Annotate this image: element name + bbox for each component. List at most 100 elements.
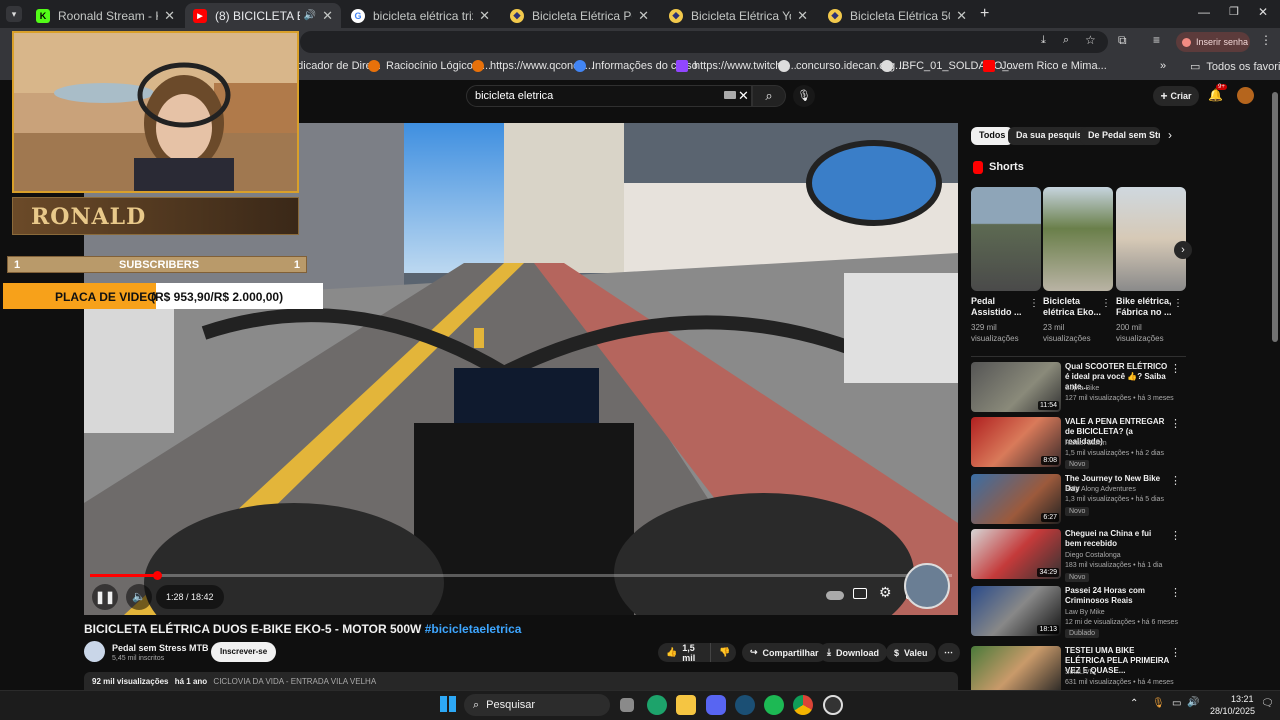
list-item[interactable]: 34:29 Cheguei na China e fui bem recebid… [971, 529, 1181, 582]
more-icon[interactable]: ⋮ [1170, 586, 1181, 599]
obs-icon[interactable] [823, 695, 843, 715]
browser-menu-icon[interactable]: ⋮ [1260, 33, 1272, 47]
clear-search-icon[interactable]: ✕ [738, 88, 749, 104]
captions-icon[interactable] [853, 588, 867, 599]
description-box[interactable]: 92 mil visualizações há 1 ano CICLOVIA D… [84, 672, 958, 690]
close-window-button[interactable]: ✕ [1258, 5, 1268, 19]
close-tab-icon[interactable]: ✕ [797, 8, 808, 24]
share-button[interactable]: ↪ Compartilhar [742, 643, 827, 662]
short-title[interactable]: Bike elétrica, Fábrica no ... [1116, 296, 1176, 318]
maximize-button[interactable]: ❐ [1229, 5, 1239, 18]
volume-button[interactable]: 🔈 [126, 584, 152, 610]
zoom-icon[interactable]: ⌕ [1063, 34, 1069, 47]
voice-search-button[interactable]: 🎙 [793, 85, 815, 107]
list-item[interactable]: TESTEI UMA BIKE ELÉTRICA PELA PRIMEIRA V… [971, 646, 1181, 690]
channel-name[interactable]: Pedal sem Stress MTB [112, 643, 209, 653]
dislike-button[interactable]: 👎 [710, 643, 736, 662]
short-thumbnail[interactable] [1043, 187, 1113, 291]
short-title[interactable]: Bicicleta elétrica Eko... [1043, 296, 1103, 318]
channel-watermark[interactable] [904, 563, 950, 609]
microphone-tray-icon[interactable]: 🎙 [1152, 698, 1165, 709]
close-tab-icon[interactable]: ✕ [638, 8, 649, 24]
all-favorites[interactable]: ▭ Todos os favoritos [1190, 60, 1280, 74]
close-tab-icon[interactable]: ✕ [479, 8, 490, 24]
spotify-icon[interactable] [764, 695, 784, 715]
bookmark-item[interactable]: Jovem Rico e Mima... [983, 60, 1107, 72]
file-explorer-icon[interactable] [676, 695, 696, 715]
like-button[interactable]: 👍 1,5 mil [658, 643, 710, 663]
pause-button[interactable]: ❚❚ [92, 584, 118, 610]
notifications-button[interactable]: 🔔 9+ [1208, 84, 1227, 102]
tray-chevron-icon[interactable]: ⌃ [1130, 698, 1138, 709]
network-icon[interactable]: ▭ [1172, 698, 1181, 709]
more-bookmarks-icon[interactable]: » [1160, 60, 1166, 72]
short-thumbnail[interactable] [971, 187, 1041, 291]
autoplay-toggle[interactable] [826, 591, 844, 600]
minimize-button[interactable]: — [1198, 5, 1210, 19]
task-view-icon[interactable] [620, 698, 634, 712]
notification-center-icon[interactable]: 🗨 [1261, 698, 1274, 709]
search-button[interactable]: ⌕ [752, 85, 786, 107]
settings-gear-icon[interactable]: ⚙ [879, 584, 892, 601]
more-icon[interactable]: ⋮ [1170, 362, 1181, 375]
search-input[interactable]: bicicleta eletrica [466, 85, 752, 107]
chip-from-channel[interactable]: De Pedal sem Stress [1080, 127, 1160, 145]
clock-date[interactable]: 28/10/2025 [1210, 706, 1255, 716]
progress-track[interactable] [90, 571, 952, 580]
install-app-icon[interactable]: ⤓ [1041, 34, 1046, 47]
tab-mercadolivre-3[interactable]: ◆ Bicicleta Elétrica 500w 48v Mini ✕ [820, 3, 975, 28]
volume-tray-icon[interactable]: 🔊 [1187, 697, 1199, 708]
thanks-button[interactable]: $ Valeu [886, 643, 936, 662]
chips-next-icon[interactable]: › [1168, 128, 1172, 142]
close-tab-icon[interactable]: ✕ [322, 8, 333, 24]
edge-icon[interactable] [647, 695, 667, 715]
create-button[interactable]: + Criar [1153, 86, 1199, 106]
hashtag-link[interactable]: #bicicletaeletrica [425, 622, 522, 636]
chip-all[interactable]: Todos [971, 127, 1014, 145]
tab-mercadolivre-2[interactable]: ◆ Bicicleta Elétrica Yoo Mobility V ✕ [661, 3, 816, 28]
list-item[interactable]: 18:13 Passei 24 Horas com Criminosos Rea… [971, 586, 1181, 638]
scrollbar[interactable] [1270, 80, 1280, 690]
tab-mercadolivre-1[interactable]: ◆ Bicicleta Elétrica Potente Scoot ✕ [502, 3, 657, 28]
media-control-icon[interactable]: ≡ [1153, 33, 1160, 47]
tab-google-search[interactable]: G bicicleta elétrica trixx - Pesquis ✕ [343, 3, 498, 28]
discord-icon[interactable] [706, 695, 726, 715]
extensions-icon[interactable]: ⧉ [1118, 33, 1127, 48]
list-item[interactable]: 6:27 The Journey to New Bike Day Ride Al… [971, 474, 1181, 526]
tab-kick[interactable]: K Roonald Stream - Kick Dashboa ✕ [28, 3, 183, 28]
download-button[interactable]: ⤓ Download [819, 643, 887, 662]
scrollbar-thumb[interactable] [1272, 92, 1278, 342]
tab-youtube[interactable]: ▶ (8) BICICLETA ELÉTRICA DU 🔊 ✕ [185, 3, 341, 28]
list-item[interactable]: 8:08 VALE A PENA ENTREGAR de BICICLETA? … [971, 417, 1181, 469]
chrome-icon[interactable] [793, 695, 813, 715]
dubbed-badge: Dublado [1065, 629, 1100, 638]
short-menu-icon[interactable]: ⋮ [1101, 298, 1111, 309]
more-icon[interactable]: ⋮ [1170, 646, 1181, 659]
bookmark-star-icon[interactable]: ☆ [1085, 33, 1096, 47]
list-item[interactable]: 11:54 Qual SCOOTER ELÉTRICO é ideal pra … [971, 362, 1181, 414]
signin-button[interactable]: Inserir senha [1176, 32, 1250, 52]
keyboard-icon[interactable] [724, 91, 736, 99]
close-tab-icon[interactable]: ✕ [956, 8, 967, 24]
short-menu-icon[interactable]: ⋮ [1029, 298, 1039, 309]
clock-time[interactable]: 13:21 [1231, 694, 1254, 704]
speaker-icon[interactable]: 🔊 [304, 10, 316, 21]
address-bar[interactable] [300, 31, 1108, 53]
subscribe-button[interactable]: Inscrever-se [211, 642, 277, 662]
short-title[interactable]: Pedal Assistido ... [971, 296, 1031, 318]
more-icon[interactable]: ⋮ [1170, 417, 1181, 430]
shorts-next-button[interactable]: › [1174, 241, 1192, 259]
close-tab-icon[interactable]: ✕ [164, 8, 175, 24]
more-icon[interactable]: ⋮ [1170, 474, 1181, 487]
short-menu-icon[interactable]: ⋮ [1173, 298, 1183, 309]
account-avatar[interactable] [1237, 87, 1254, 104]
more-icon[interactable]: ⋮ [1170, 529, 1181, 542]
new-tab-button[interactable]: + [980, 5, 989, 23]
steam-icon[interactable] [735, 695, 755, 715]
taskbar-search[interactable]: ⌕ Pesquisar [464, 694, 610, 716]
channel-avatar[interactable] [84, 641, 105, 662]
tab-search-button[interactable]: ▾ [6, 6, 22, 22]
start-button[interactable] [440, 696, 456, 712]
more-actions-button[interactable]: ⋯ [938, 643, 960, 662]
short-thumbnail[interactable] [1116, 187, 1186, 291]
